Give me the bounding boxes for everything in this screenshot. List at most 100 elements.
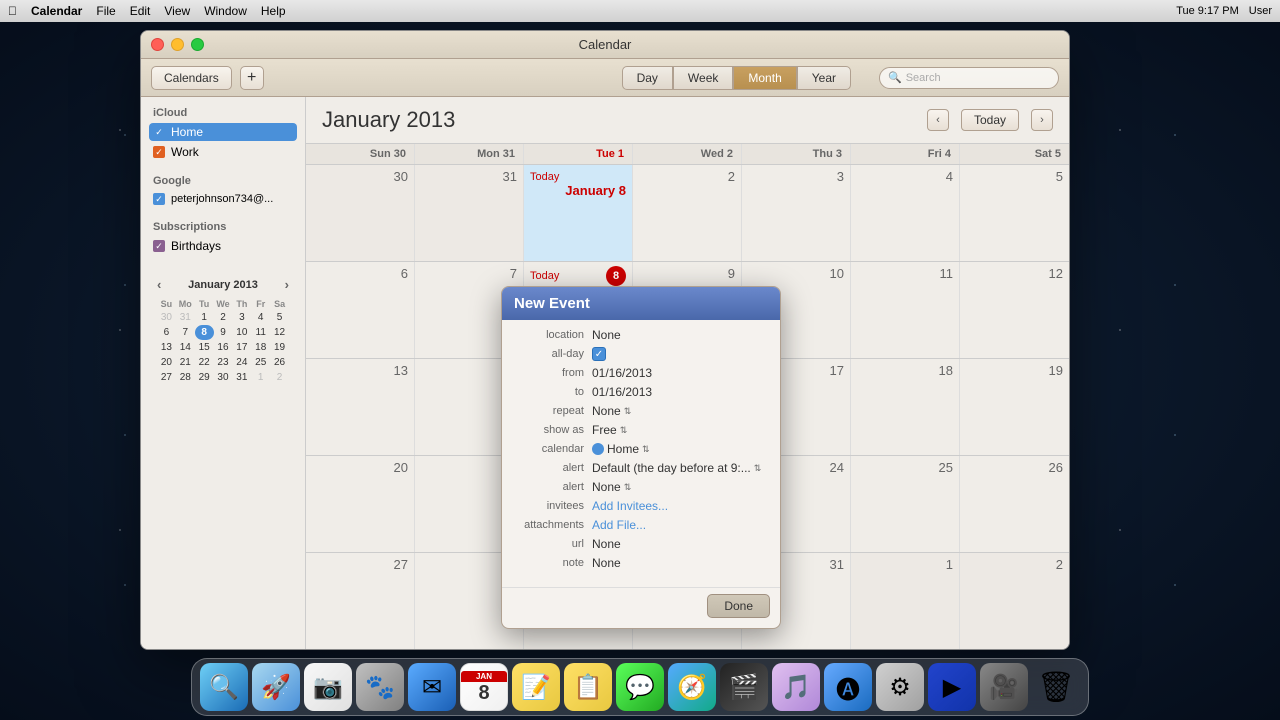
mini-day-1[interactable]: 1 — [195, 310, 214, 325]
allday-checkbox[interactable]: ✓ — [592, 347, 606, 361]
mini-day-12[interactable]: 12 — [270, 325, 289, 340]
cell-19[interactable]: 19 — [960, 359, 1069, 455]
cell-6[interactable]: 6 — [306, 262, 415, 358]
google-checkbox[interactable]: ✓ — [153, 193, 165, 205]
calendars-button[interactable]: Calendars — [151, 66, 232, 90]
mini-day-21[interactable]: 21 — [176, 355, 195, 370]
mini-day-6[interactable]: 6 — [157, 325, 176, 340]
mini-day-1b[interactable]: 1 — [251, 370, 270, 385]
menu-view[interactable]: View — [164, 4, 190, 18]
menu-calendar[interactable]: Calendar — [31, 4, 82, 18]
sidebar-item-birthdays[interactable]: ✓ Birthdays — [149, 237, 297, 255]
minimize-button[interactable] — [171, 38, 184, 51]
cell-25[interactable]: 25 — [851, 456, 960, 552]
location-value[interactable]: None — [592, 328, 621, 342]
alert2-select[interactable]: None ⇅ — [592, 480, 631, 494]
cell-11[interactable]: 11 — [851, 262, 960, 358]
cell-2b[interactable]: 2 — [960, 553, 1069, 649]
itunes-icon[interactable]: 🎵 — [772, 663, 820, 711]
view-week-button[interactable]: Week — [673, 66, 733, 90]
view-month-button[interactable]: Month — [733, 66, 796, 90]
cell-20[interactable]: 20 — [306, 456, 415, 552]
osx-icon[interactable]: 🐾 — [356, 663, 404, 711]
home-checkbox[interactable]: ✓ — [153, 126, 165, 138]
imovie-icon[interactable]: 🎬 — [720, 663, 768, 711]
mini-day-23[interactable]: 23 — [214, 355, 233, 370]
mini-day-5[interactable]: 5 — [270, 310, 289, 325]
mini-day-31a[interactable]: 31 — [176, 310, 195, 325]
add-calendar-button[interactable]: + — [240, 66, 264, 90]
calendar-select[interactable]: Home ⇅ — [592, 442, 650, 456]
menu-window[interactable]: Window — [204, 4, 247, 18]
birthdays-checkbox[interactable]: ✓ — [153, 240, 165, 252]
apple-menu[interactable]:  — [8, 4, 17, 18]
mini-day-13[interactable]: 13 — [157, 340, 176, 355]
capture-icon[interactable]: 🎥 — [980, 663, 1028, 711]
menu-file[interactable]: File — [96, 4, 115, 18]
mini-day-4[interactable]: 4 — [251, 310, 270, 325]
invitees-link[interactable]: Add Invitees... — [592, 499, 668, 513]
cell-1[interactable]: Today January 8 — [524, 165, 633, 261]
mini-day-27[interactable]: 27 — [157, 370, 176, 385]
mini-day-9[interactable]: 9 — [214, 325, 233, 340]
mini-day-17[interactable]: 17 — [232, 340, 251, 355]
next-month-button[interactable]: › — [1031, 109, 1053, 131]
cell-5[interactable]: 5 — [960, 165, 1069, 261]
attachments-link[interactable]: Add File... — [592, 518, 646, 532]
trash-icon[interactable]: 🗑 — [1032, 663, 1080, 711]
mini-day-14[interactable]: 14 — [176, 340, 195, 355]
mini-day-26[interactable]: 26 — [270, 355, 289, 370]
mini-day-20[interactable]: 20 — [157, 355, 176, 370]
mini-day-15[interactable]: 15 — [195, 340, 214, 355]
mini-day-19[interactable]: 19 — [270, 340, 289, 355]
mini-day-22[interactable]: 22 — [195, 355, 214, 370]
finder-icon[interactable]: 🔍 — [200, 663, 248, 711]
cell-27[interactable]: 27 — [306, 553, 415, 649]
url-value[interactable]: None — [592, 537, 621, 551]
sidebar-item-google[interactable]: ✓ peterjohnson734@... — [149, 191, 297, 207]
today-button[interactable]: Today — [961, 109, 1019, 131]
mini-day-2[interactable]: 2 — [214, 310, 233, 325]
close-button[interactable] — [151, 38, 164, 51]
cell-1b[interactable]: 1 — [851, 553, 960, 649]
launchpad-icon[interactable]: 🚀 — [252, 663, 300, 711]
note-value[interactable]: None — [592, 556, 621, 570]
cell-31a[interactable]: 31 — [415, 165, 524, 261]
mail-icon[interactable]: ✉ — [408, 663, 456, 711]
mini-day-8-today[interactable]: 8 — [195, 325, 214, 340]
from-value[interactable]: 01/16/2013 — [592, 366, 652, 380]
menu-edit[interactable]: Edit — [130, 4, 151, 18]
safari-icon[interactable]: 🧭 — [668, 663, 716, 711]
stickies-icon[interactable]: 📋 — [564, 663, 612, 711]
menu-help[interactable]: Help — [261, 4, 286, 18]
alert1-select[interactable]: Default (the day before at 9:... ⇅ — [592, 461, 761, 475]
mini-day-30[interactable]: 30 — [214, 370, 233, 385]
mini-day-2b[interactable]: 2 — [270, 370, 289, 385]
mini-day-30a[interactable]: 30 — [157, 310, 176, 325]
mini-day-11[interactable]: 11 — [251, 325, 270, 340]
mini-cal-prev[interactable]: ‹ — [157, 277, 161, 292]
notes-icon[interactable]: 📝 — [512, 663, 560, 711]
sidebar-item-home[interactable]: ✓ Home — [149, 123, 297, 141]
mini-day-25[interactable]: 25 — [251, 355, 270, 370]
view-day-button[interactable]: Day — [622, 66, 673, 90]
work-checkbox[interactable]: ✓ — [153, 146, 165, 158]
messages-icon[interactable]: 💬 — [616, 663, 664, 711]
view-year-button[interactable]: Year — [797, 66, 851, 90]
cell-13[interactable]: 13 — [306, 359, 415, 455]
mini-day-28[interactable]: 28 — [176, 370, 195, 385]
mini-day-24[interactable]: 24 — [232, 355, 251, 370]
mini-day-10[interactable]: 10 — [232, 325, 251, 340]
appstore-icon[interactable]: 🅐 — [824, 663, 872, 711]
done-button[interactable]: Done — [707, 594, 770, 618]
calendar-dock-icon[interactable]: JAN 8 — [460, 663, 508, 711]
showas-select[interactable]: Free ⇅ — [592, 423, 627, 437]
cell-2[interactable]: 2 — [633, 165, 742, 261]
mini-day-29[interactable]: 29 — [195, 370, 214, 385]
prev-month-button[interactable]: ‹ — [927, 109, 949, 131]
systemprefs-icon[interactable]: ⚙ — [876, 663, 924, 711]
cell-12[interactable]: 12 — [960, 262, 1069, 358]
repeat-select[interactable]: None ⇅ — [592, 404, 631, 418]
mini-day-31[interactable]: 31 — [232, 370, 251, 385]
mini-day-18[interactable]: 18 — [251, 340, 270, 355]
